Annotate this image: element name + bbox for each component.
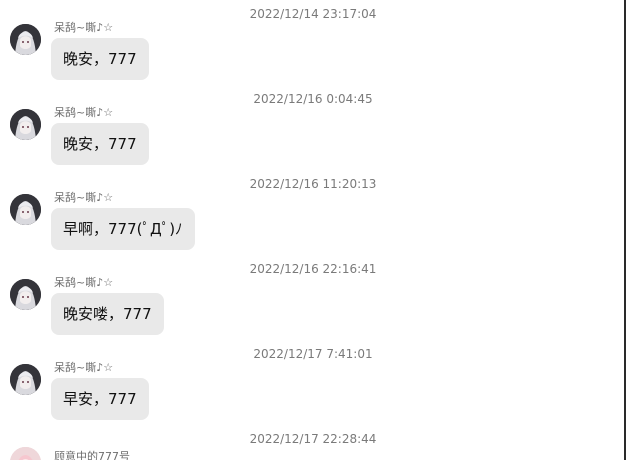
message-bubble[interactable]: 晚安，777 <box>51 123 149 165</box>
anime-avatar-icon[interactable] <box>10 194 41 225</box>
anime-avatar-icon[interactable] <box>10 24 41 55</box>
sender-name: 顾意中的777号 <box>54 450 130 460</box>
sender-name: 呆鸹~嘶♪☆ <box>54 276 114 289</box>
message-bubble[interactable]: 早安，777 <box>51 378 149 420</box>
anime-avatar-icon[interactable] <box>10 279 41 310</box>
message-item: 呆鸹~嘶♪☆ 晚安喽，777 <box>10 273 590 343</box>
message-bubble[interactable]: 晚安，777 <box>51 38 149 80</box>
message-item: 呆鸹~嘶♪☆ 晚安，777 <box>10 103 590 173</box>
pink-avatar-icon[interactable] <box>10 447 41 460</box>
sender-name: 呆鸹~嘶♪☆ <box>54 106 114 119</box>
sender-name: 呆鸹~嘶♪☆ <box>54 21 114 34</box>
message-item: 呆鸹~嘶♪☆ 早啊，777(ﾟДﾟ)ﾉ <box>10 188 590 258</box>
chat-window[interactable]: 2022/12/14 23:17:04 呆鸹~嘶♪☆ 晚安，777 2022/1… <box>0 0 626 460</box>
sender-name: 呆鸹~嘶♪☆ <box>54 361 114 374</box>
message-bubble[interactable]: 晚安喽，777 <box>51 293 164 335</box>
anime-avatar-icon[interactable] <box>10 109 41 140</box>
anime-avatar-icon[interactable] <box>10 364 41 395</box>
message-item: 呆鸹~嘶♪☆ 早安，777 <box>10 358 590 428</box>
message-timestamp: 2022/12/17 22:28:44 <box>249 432 377 446</box>
message-item: 呆鸹~嘶♪☆ 晚安，777 <box>10 18 590 88</box>
message-bubble[interactable]: 早啊，777(ﾟДﾟ)ﾉ <box>51 208 195 250</box>
sender-name: 呆鸹~嘶♪☆ <box>54 191 114 204</box>
